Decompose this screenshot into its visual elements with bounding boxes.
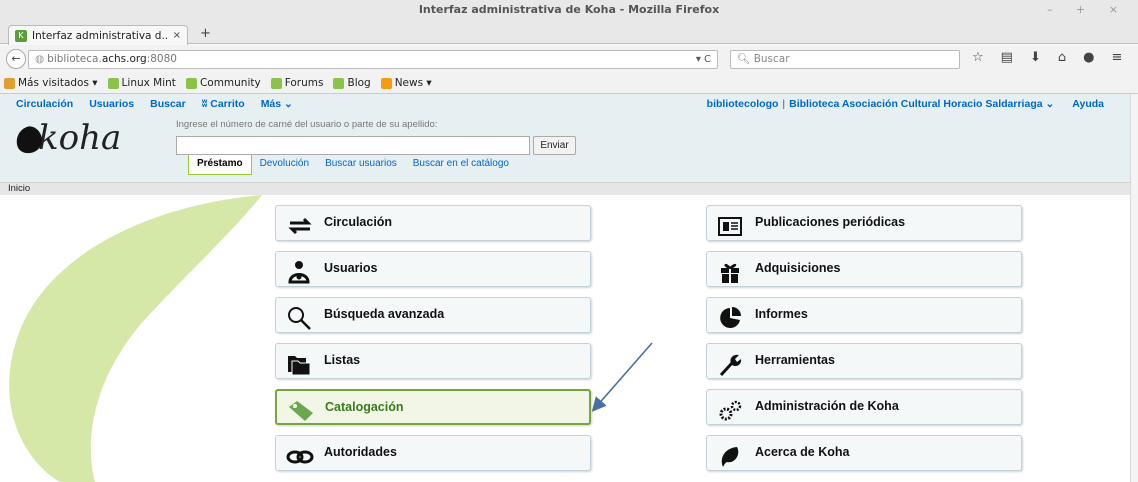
menu-icon[interactable]: ≡ <box>1111 50 1122 65</box>
module-label: Acerca de Koha <box>755 445 850 459</box>
download-icon[interactable]: ⬇ <box>1030 50 1041 65</box>
module-administracion[interactable]: Administración de Koha <box>706 389 1022 425</box>
gift-icon <box>721 263 739 283</box>
pie-chart-icon <box>720 307 741 328</box>
navigation-toolbar: ← ◍ biblioteca.achs.org:8080 ▾ C 🔍︎ Busca… <box>0 45 1138 73</box>
module-adquisiciones[interactable]: Adquisiciones <box>706 251 1022 287</box>
mint-icon <box>333 77 345 89</box>
window-title: Interfaz administrativa de Koha - Mozill… <box>418 3 720 16</box>
module-label: Administración de Koha <box>755 399 899 413</box>
bookmark-community[interactable]: Community <box>185 77 261 89</box>
search-placeholder: Buscar <box>753 53 790 65</box>
bookmark-label: Más visitados ▾ <box>18 77 98 89</box>
logo-text: koha <box>38 118 122 158</box>
module-label: Publicaciones periódicas <box>755 215 906 229</box>
bookmark-star-icon[interactable]: ☆ <box>972 50 984 65</box>
koha-logo[interactable]: koha <box>12 118 156 158</box>
bookmark-blog[interactable]: Blog <box>333 77 371 89</box>
nav-carrito[interactable]: ʬ Carrito <box>202 98 245 110</box>
tab-strip: K Interfaz administrativa d... × + <box>0 22 1138 45</box>
window-controls[interactable]: – + × <box>1047 0 1128 20</box>
koha-favicon-icon: K <box>15 29 27 42</box>
toolbar-icons: ☆ ▤ ⬇ ⌂ ● ≡ <box>972 50 1122 65</box>
newspaper-icon <box>718 217 742 236</box>
bookmark-mas-visitados[interactable]: Más visitados ▾ <box>4 77 98 89</box>
submit-button[interactable]: Enviar <box>533 136 576 155</box>
bookmark-forums[interactable]: Forums <box>270 77 324 89</box>
new-tab-button[interactable]: + <box>200 26 211 41</box>
bookmark-label: Community <box>199 77 261 89</box>
tab-devolucion[interactable]: Devolución <box>252 155 317 175</box>
search-input[interactable]: 🔍︎ Buscar <box>730 50 960 69</box>
url-prefix: biblioteca. <box>47 53 102 65</box>
koha-leaf-icon <box>721 447 739 467</box>
logged-in-user[interactable]: bibliotecologo <box>707 98 779 110</box>
patron-search-prompt: Ingrese el número de carné del usuario o… <box>176 119 438 130</box>
bookmark-label: Blog <box>347 77 371 89</box>
module-herramientas[interactable]: Herramientas <box>706 343 1022 379</box>
tab-buscar-usuarios[interactable]: Buscar usuarios <box>317 155 405 175</box>
tab-prestamo[interactable]: Préstamo <box>188 155 252 175</box>
help-link[interactable]: Ayuda <box>1072 98 1104 110</box>
bookmark-label: Forums <box>284 77 324 89</box>
home-icon[interactable]: ⌂ <box>1058 50 1066 65</box>
url-suffix: :8080 <box>146 53 177 65</box>
module-label: Adquisiciones <box>755 261 841 275</box>
mint-icon <box>270 77 282 89</box>
url-host: achs.org <box>101 53 147 65</box>
bookmark-label: Linux Mint <box>121 77 176 89</box>
bookmark-linux-mint[interactable]: Linux Mint <box>107 77 176 89</box>
module-publicaciones-periodicas[interactable]: Publicaciones periódicas <box>706 205 1022 241</box>
tab-title: Interfaz administrativa d... <box>32 29 169 42</box>
back-button[interactable]: ← <box>6 49 26 69</box>
nav-circulacion[interactable]: Circulación <box>16 98 73 110</box>
folder-icon <box>4 77 15 89</box>
tab-close-icon[interactable]: × <box>173 30 181 41</box>
circulation-subtabs: Préstamo Devolución Buscar usuarios Busc… <box>188 155 517 175</box>
koha-header: Circulación Usuarios Buscar ʬ Carrito Má… <box>0 94 1130 182</box>
search-icon: 🔍︎ <box>737 53 751 65</box>
bookmarks-bar: Más visitados ▾ Linux Mint Community For… <box>0 73 1138 94</box>
nav-separator: | <box>782 98 786 110</box>
globe-icon: ◍ <box>35 53 45 65</box>
nav-mas[interactable]: Más ⌄ <box>261 98 293 110</box>
bookmark-news[interactable]: News ▾ <box>380 77 432 89</box>
koha-top-nav: Circulación Usuarios Buscar ʬ Carrito Má… <box>0 94 1130 114</box>
gears-icon <box>719 400 742 421</box>
rss-icon <box>380 77 392 89</box>
url-bar[interactable]: ◍ biblioteca.achs.org:8080 ▾ C <box>28 50 718 69</box>
annotation-arrow <box>591 342 653 412</box>
mint-icon <box>185 77 197 89</box>
browser-tab[interactable]: K Interfaz administrativa d... × <box>8 25 188 45</box>
nav-usuarios[interactable]: Usuarios <box>89 98 134 110</box>
url-dropdown-reload[interactable]: ▾ C <box>696 51 711 68</box>
wrench-icon <box>719 354 742 376</box>
module-informes[interactable]: Informes <box>706 297 1022 333</box>
module-label: Herramientas <box>755 353 835 367</box>
reading-list-icon[interactable]: ▤ <box>1001 50 1013 65</box>
mint-icon <box>107 77 119 89</box>
window-titlebar: Interfaz administrativa de Koha - Mozill… <box>0 0 1138 22</box>
vertical-scrollbar[interactable] <box>1130 94 1138 482</box>
module-label: Informes <box>755 307 808 321</box>
main-content: Circulación Usuarios Búsqueda avanzada L… <box>0 195 1130 482</box>
nav-buscar[interactable]: Buscar <box>150 98 186 110</box>
bookmark-label: News ▾ <box>394 77 432 89</box>
breadcrumb[interactable]: Inicio <box>0 182 1130 195</box>
patron-search-input[interactable] <box>176 136 530 155</box>
module-acerca-de-koha[interactable]: Acerca de Koha <box>706 435 1022 471</box>
tab-buscar-catalogo[interactable]: Buscar en el catálogo <box>405 155 517 175</box>
library-selector[interactable]: Biblioteca Asociación Cultural Horacio S… <box>789 98 1054 110</box>
chat-icon[interactable]: ● <box>1083 50 1094 65</box>
